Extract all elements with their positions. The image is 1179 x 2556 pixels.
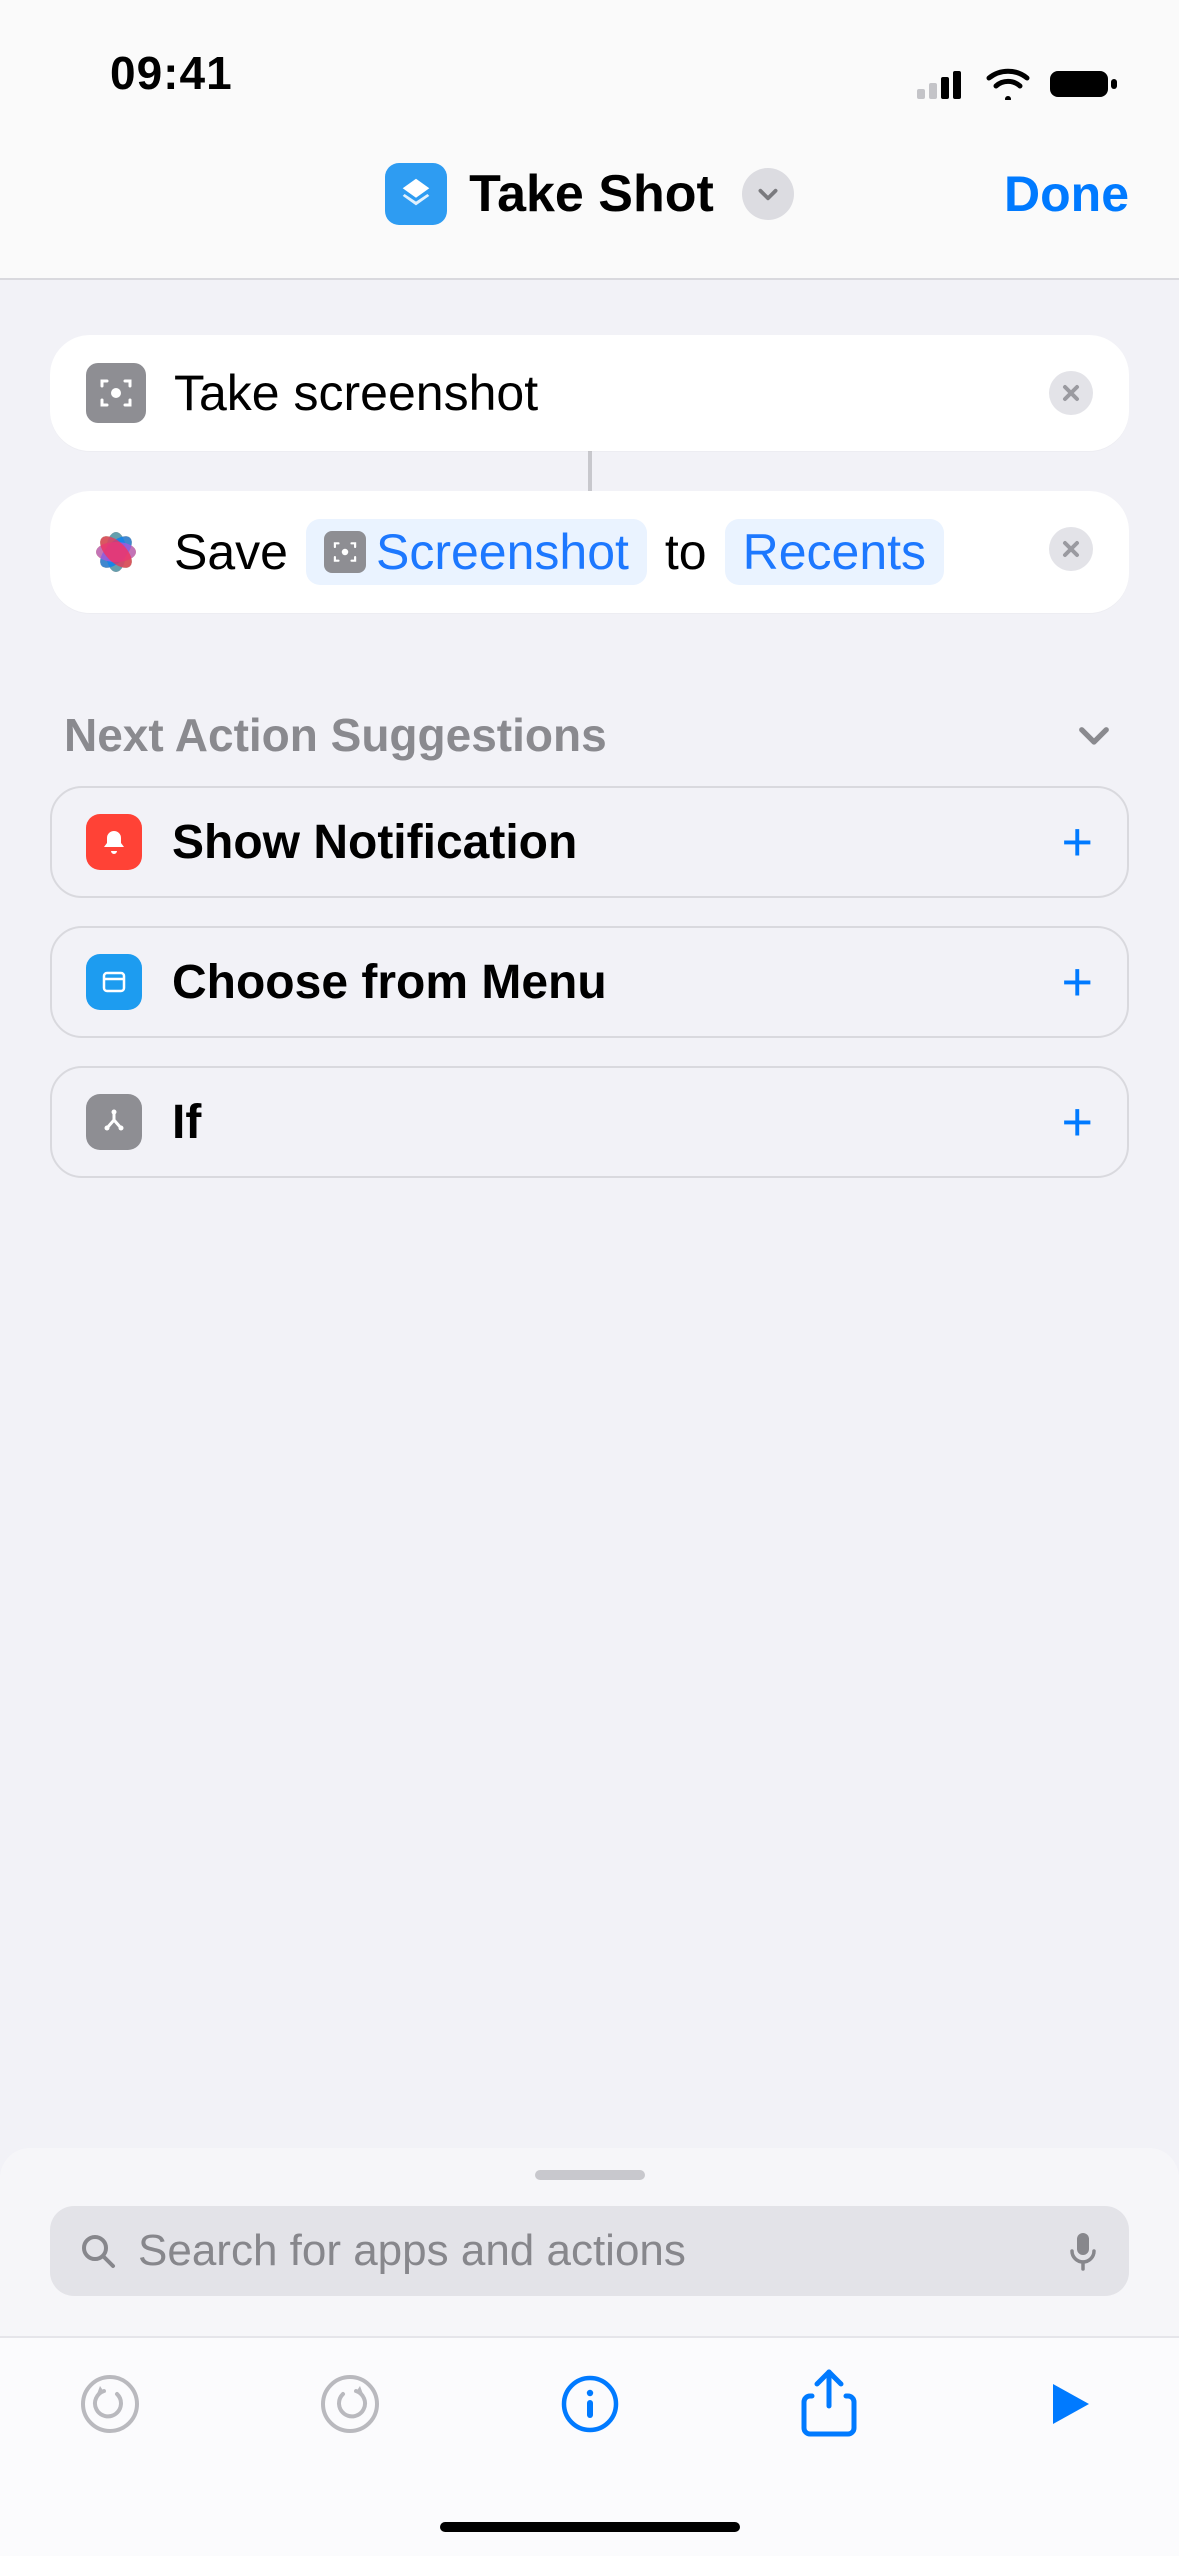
undo-icon: [78, 2372, 142, 2436]
branch-icon: [86, 1094, 142, 1150]
search-panel[interactable]: Search for apps and actions: [0, 2148, 1179, 2336]
suggestion-label: If: [172, 1095, 201, 1150]
info-icon: [560, 2374, 620, 2434]
mic-icon: [1065, 2229, 1101, 2273]
action-label: Take screenshot: [174, 364, 538, 422]
destination-album[interactable]: Recents: [725, 519, 944, 585]
chevron-down-icon: [1073, 714, 1115, 756]
status-bar: 09:41: [0, 0, 1179, 110]
shortcut-title: Take Shot: [469, 164, 714, 224]
screenshot-icon: [86, 363, 146, 423]
status-time: 09:41: [110, 46, 233, 100]
wifi-icon: [985, 68, 1031, 100]
suggestion-show-notification[interactable]: Show Notification +: [50, 786, 1129, 898]
suggestion-choose-from-menu[interactable]: Choose from Menu +: [50, 926, 1129, 1038]
home-indicator[interactable]: [440, 2522, 740, 2532]
search-icon: [78, 2231, 118, 2271]
dictation-button[interactable]: [1065, 2229, 1101, 2273]
undo-button[interactable]: [70, 2364, 150, 2444]
run-button[interactable]: [1029, 2364, 1109, 2444]
cellular-icon: [917, 69, 967, 99]
nav-bar: Take Shot Done: [0, 110, 1179, 280]
save-word: Save: [174, 523, 288, 581]
play-icon: [1041, 2376, 1097, 2432]
chevron-down-icon: [755, 181, 781, 207]
bell-icon: [86, 814, 142, 870]
search-placeholder: Search for apps and actions: [138, 2226, 686, 2276]
variable-name: Screenshot: [376, 523, 629, 581]
battery-icon: [1049, 68, 1119, 100]
add-suggestion-button[interactable]: +: [1061, 955, 1093, 1009]
shortcut-title-group[interactable]: Take Shot: [385, 163, 794, 225]
suggestion-label: Show Notification: [172, 815, 577, 870]
done-button[interactable]: Done: [1004, 165, 1129, 223]
delete-action-button[interactable]: [1049, 527, 1093, 571]
screenshot-mini-icon: [324, 531, 366, 573]
action-save-to-photos[interactable]: Save Screenshot to Recents: [50, 491, 1129, 613]
suggestion-if[interactable]: If +: [50, 1066, 1129, 1178]
redo-icon: [318, 2372, 382, 2436]
redo-button[interactable]: [310, 2364, 390, 2444]
search-input[interactable]: Search for apps and actions: [50, 2206, 1129, 2296]
variable-screenshot[interactable]: Screenshot: [306, 519, 647, 585]
editor-canvas: Take screenshot: [0, 280, 1179, 1178]
drag-handle[interactable]: [535, 2170, 645, 2180]
add-suggestion-button[interactable]: +: [1061, 815, 1093, 869]
share-button[interactable]: [789, 2364, 869, 2444]
status-right: [917, 68, 1119, 100]
to-word: to: [665, 523, 707, 581]
collapse-suggestions-button[interactable]: [1073, 714, 1115, 756]
suggestions-header: Next Action Suggestions: [64, 708, 607, 762]
action-take-screenshot[interactable]: Take screenshot: [50, 335, 1129, 451]
shortcut-app-icon: [385, 163, 447, 225]
suggestion-label: Choose from Menu: [172, 955, 607, 1010]
delete-action-button[interactable]: [1049, 371, 1093, 415]
photos-app-icon: [86, 522, 146, 582]
share-icon: [800, 2368, 858, 2440]
close-icon: [1060, 382, 1082, 404]
title-menu-button[interactable]: [742, 168, 794, 220]
add-suggestion-button[interactable]: +: [1061, 1095, 1093, 1149]
bottom-toolbar: [0, 2336, 1179, 2556]
settings-button[interactable]: [550, 2364, 630, 2444]
close-icon: [1060, 538, 1082, 560]
menu-icon: [86, 954, 142, 1010]
action-connector: [588, 451, 592, 491]
